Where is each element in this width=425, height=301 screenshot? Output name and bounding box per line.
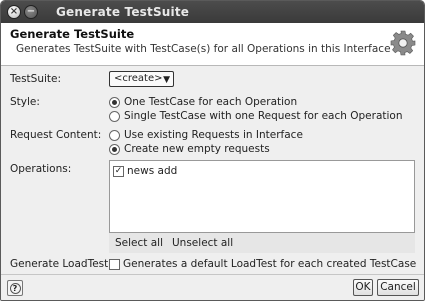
request-content-label: Request Content: bbox=[10, 129, 102, 141]
cancel-button[interactable]: Cancel bbox=[377, 279, 419, 296]
operation-label: news add bbox=[127, 165, 178, 177]
header-title: Generate TestSuite bbox=[10, 27, 135, 41]
gear-icon bbox=[390, 30, 416, 56]
operations-label: Operations: bbox=[10, 163, 72, 175]
testsuite-select[interactable]: <create> ▼ bbox=[109, 71, 174, 87]
ok-button[interactable]: OK bbox=[353, 279, 373, 296]
close-icon[interactable]: × bbox=[7, 5, 21, 19]
testsuite-label: TestSuite: bbox=[10, 73, 62, 85]
selection-buttons: Select all Unselect all bbox=[109, 233, 415, 253]
list-item[interactable]: ✓ news add bbox=[113, 165, 177, 177]
chevron-down-icon: ▼ bbox=[163, 75, 170, 85]
title-bar: × − Generate TestSuite bbox=[1, 1, 424, 23]
header-description: Generates TestSuite with TestCase(s) for… bbox=[16, 43, 391, 55]
request-option-empty[interactable]: Create new empty requests bbox=[109, 143, 270, 155]
dialog-header: Generate TestSuite Generates TestSuite w… bbox=[1, 23, 424, 66]
generate-testsuite-dialog: × − Generate TestSuite Generate TestSuit… bbox=[0, 0, 425, 301]
radio-selected[interactable] bbox=[109, 96, 120, 108]
style-option-one-per-operation[interactable]: One TestCase for each Operation bbox=[109, 96, 297, 108]
select-all-button[interactable]: Select all bbox=[115, 237, 163, 249]
style-option-single-testcase[interactable]: Single TestCase with one Request for eac… bbox=[109, 110, 403, 122]
testsuite-select-value: <create> bbox=[114, 73, 163, 84]
request-option-label: Use existing Requests in Interface bbox=[124, 129, 303, 141]
dialog-footer: ? OK Cancel bbox=[1, 274, 424, 300]
style-option-label: Single TestCase with one Request for eac… bbox=[124, 110, 403, 122]
loadtest-label: Generate LoadTest: bbox=[10, 258, 112, 270]
checkbox-unchecked[interactable] bbox=[109, 258, 120, 270]
request-option-label: Create new empty requests bbox=[124, 143, 270, 155]
loadtest-option-label: Generates a default LoadTest for each cr… bbox=[123, 258, 417, 270]
help-button[interactable]: ? bbox=[7, 280, 23, 296]
loadtest-option[interactable]: Generates a default LoadTest for each cr… bbox=[109, 258, 416, 270]
window-title: Generate TestSuite bbox=[56, 5, 190, 19]
style-option-label: One TestCase for each Operation bbox=[124, 96, 298, 108]
radio-unselected[interactable] bbox=[109, 129, 120, 141]
minimize-icon[interactable]: − bbox=[24, 5, 38, 19]
request-option-existing[interactable]: Use existing Requests in Interface bbox=[109, 129, 303, 141]
help-icon: ? bbox=[9, 282, 21, 294]
checkbox-checked[interactable]: ✓ bbox=[113, 165, 124, 177]
operations-list[interactable]: ✓ news add bbox=[109, 160, 415, 233]
unselect-all-button[interactable]: Unselect all bbox=[172, 237, 233, 249]
radio-unselected[interactable] bbox=[109, 110, 120, 122]
radio-selected[interactable] bbox=[109, 143, 120, 155]
style-label: Style: bbox=[10, 96, 40, 108]
